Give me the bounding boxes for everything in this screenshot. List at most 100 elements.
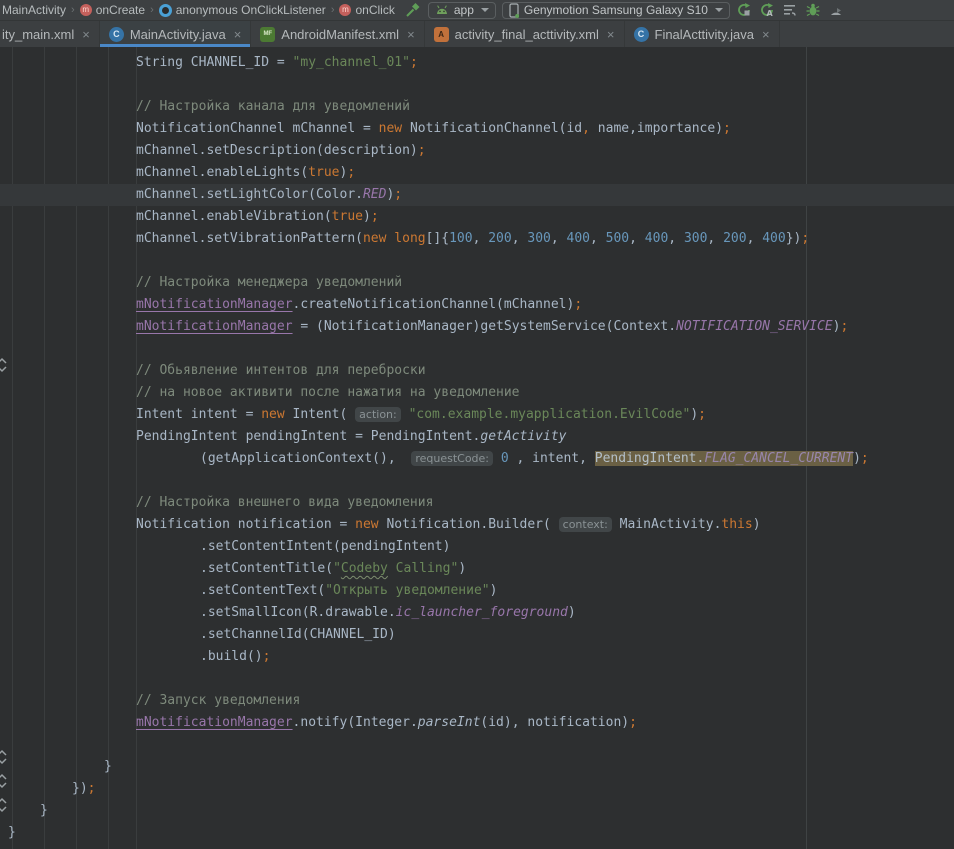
close-icon[interactable]: × <box>407 27 415 42</box>
code-line[interactable]: // Обьявление интентов для переброски <box>0 360 954 382</box>
java-class-icon: C <box>109 27 124 42</box>
tab-label: ity_main.xml <box>2 27 74 42</box>
code-token: "my_channel_01" <box>293 55 410 70</box>
code-token: new <box>379 121 402 136</box>
code-token: 300 <box>684 231 707 246</box>
code-token: Intent( <box>285 407 355 422</box>
breadcrumb: MainActivity › m onCreate › anonymous On… <box>0 3 395 17</box>
breadcrumb-item-oncreate[interactable]: m onCreate <box>80 3 145 17</box>
apply-code-changes-icon[interactable]: A <box>759 2 776 19</box>
tab-activity-final-acttivity-xml[interactable]: A activity_final_acttivity.xml × <box>425 21 625 47</box>
code-area[interactable]: String CHANNEL_ID = "my_channel_01"; // Н… <box>0 52 954 844</box>
code-line[interactable]: .setContentTitle("Codeby Calling") <box>0 558 954 580</box>
code-token: Calling" <box>388 561 458 576</box>
breadcrumb-separator: › <box>71 4 75 16</box>
app-module-selector[interactable]: app <box>428 2 496 19</box>
code-token: // Запуск уведомления <box>136 693 300 708</box>
code-line[interactable]: Notification notification = new Notifica… <box>0 514 954 536</box>
chevron-down-icon <box>715 8 723 12</box>
code-token: , <box>629 231 645 246</box>
code-line[interactable]: PendingIntent pendingIntent = PendingInt… <box>0 426 954 448</box>
close-icon[interactable]: × <box>82 27 90 42</box>
code-line[interactable]: .setSmallIcon(R.drawable.ic_launcher_for… <box>0 602 954 624</box>
breadcrumb-item-class[interactable]: MainActivity <box>2 3 66 17</box>
close-icon[interactable]: × <box>762 27 770 42</box>
code-token: context: <box>559 517 612 532</box>
code-token: .build() <box>200 649 263 664</box>
close-icon[interactable]: × <box>607 27 615 42</box>
code-token: MainActivity. <box>612 517 722 532</box>
code-line[interactable]: .setContentText("Открыть уведомление") <box>0 580 954 602</box>
device-selector[interactable]: Genymotion Samsung Galaxy S10 <box>502 2 730 19</box>
code-token: ; <box>263 649 271 664</box>
profile-icon[interactable] <box>828 2 845 19</box>
code-line[interactable] <box>0 74 954 96</box>
code-line[interactable]: } <box>0 822 954 844</box>
code-token: ) <box>568 605 576 620</box>
code-line[interactable]: mNotificationManager.notify(Integer.pars… <box>0 712 954 734</box>
code-line[interactable] <box>0 470 954 492</box>
editor[interactable]: String CHANNEL_ID = "my_channel_01"; // Н… <box>0 47 954 849</box>
code-line[interactable]: mNotificationManager.createNotificationC… <box>0 294 954 316</box>
breadcrumb-label: onCreate <box>96 3 145 17</box>
code-token: // Настройка канала для уведомлений <box>136 99 410 114</box>
code-line[interactable] <box>0 250 954 272</box>
list-icon[interactable] <box>782 2 799 19</box>
code-token: ; <box>347 165 355 180</box>
code-line[interactable]: .build(); <box>0 646 954 668</box>
build-hammer-icon[interactable] <box>405 2 422 19</box>
code-line[interactable]: } <box>0 756 954 778</box>
code-line[interactable]: // Настройка менеджера уведомлений <box>0 272 954 294</box>
code-line[interactable]: // Настройка канала для уведомлений <box>0 96 954 118</box>
code-token: " <box>333 561 341 576</box>
breadcrumb-item-onclick[interactable]: m onClick <box>339 3 394 17</box>
code-token: 100 <box>449 231 472 246</box>
tab-label: AndroidManifest.xml <box>281 27 399 42</box>
code-line-current[interactable]: mChannel.setLightColor(Color.RED); <box>0 184 954 206</box>
code-token: 200 <box>723 231 746 246</box>
code-token: ; <box>574 297 582 312</box>
code-line[interactable]: Intent intent = new Intent( action: "com… <box>0 404 954 426</box>
code-line[interactable]: mNotificationManager = (NotificationMana… <box>0 316 954 338</box>
code-line[interactable]: // на новое активити после нажатия на ув… <box>0 382 954 404</box>
code-line[interactable] <box>0 338 954 360</box>
code-line[interactable]: .setChannelId(CHANNEL_ID) <box>0 624 954 646</box>
code-token: NotificationChannel mChannel = <box>136 121 379 136</box>
code-line[interactable]: } <box>0 800 954 822</box>
tab-activity-main-xml[interactable]: ity_main.xml × <box>0 21 100 47</box>
code-line[interactable]: mChannel.enableLights(true); <box>0 162 954 184</box>
toolbar-actions: app Genymotion Samsung Galaxy S10 <box>405 2 837 19</box>
code-token: mChannel.setLightColor(Color. <box>136 187 363 202</box>
code-line[interactable]: // Настройка внешнего вида уведомления <box>0 492 954 514</box>
breadcrumb-label: MainActivity <box>2 3 66 17</box>
breadcrumb-item-anonymous-listener[interactable]: anonymous OnClickListener <box>159 3 326 17</box>
method-icon: m <box>339 4 351 16</box>
code-line[interactable]: mChannel.enableVibration(true); <box>0 206 954 228</box>
code-token: 400 <box>762 231 785 246</box>
code-token: mNotificationManager <box>136 319 293 334</box>
code-line[interactable]: mChannel.setVibrationPattern(new long[]{… <box>0 228 954 250</box>
code-line[interactable]: .setContentIntent(pendingIntent) <box>0 536 954 558</box>
code-token: requestCode: <box>411 451 493 466</box>
code-line[interactable] <box>0 734 954 756</box>
code-line[interactable]: (getApplicationContext(), requestCode: 0… <box>0 448 954 470</box>
svg-text:A: A <box>767 9 774 18</box>
code-line[interactable]: String CHANNEL_ID = "my_channel_01"; <box>0 52 954 74</box>
code-line[interactable]: // Запуск уведомления <box>0 690 954 712</box>
code-token: (getApplicationContext(), <box>200 451 411 466</box>
tab-androidmanifest-xml[interactable]: MF AndroidManifest.xml × <box>251 21 424 47</box>
code-token: ) <box>458 561 466 576</box>
code-line[interactable]: mChannel.setDescription(description); <box>0 140 954 162</box>
tab-mainactivity-java[interactable]: C MainActivity.java × <box>100 21 251 47</box>
tab-finalacttivity-java[interactable]: C FinalActtivity.java × <box>625 21 780 47</box>
close-icon[interactable]: × <box>234 27 242 42</box>
code-line[interactable] <box>0 668 954 690</box>
code-line[interactable]: }); <box>0 778 954 800</box>
debug-icon[interactable] <box>805 2 822 19</box>
apply-changes-icon[interactable] <box>736 2 753 19</box>
method-icon: m <box>80 4 92 16</box>
manifest-file-icon: MF <box>260 27 275 42</box>
code-token: }) <box>786 231 802 246</box>
tab-label: FinalActtivity.java <box>655 27 754 42</box>
code-line[interactable]: NotificationChannel mChannel = new Notif… <box>0 118 954 140</box>
